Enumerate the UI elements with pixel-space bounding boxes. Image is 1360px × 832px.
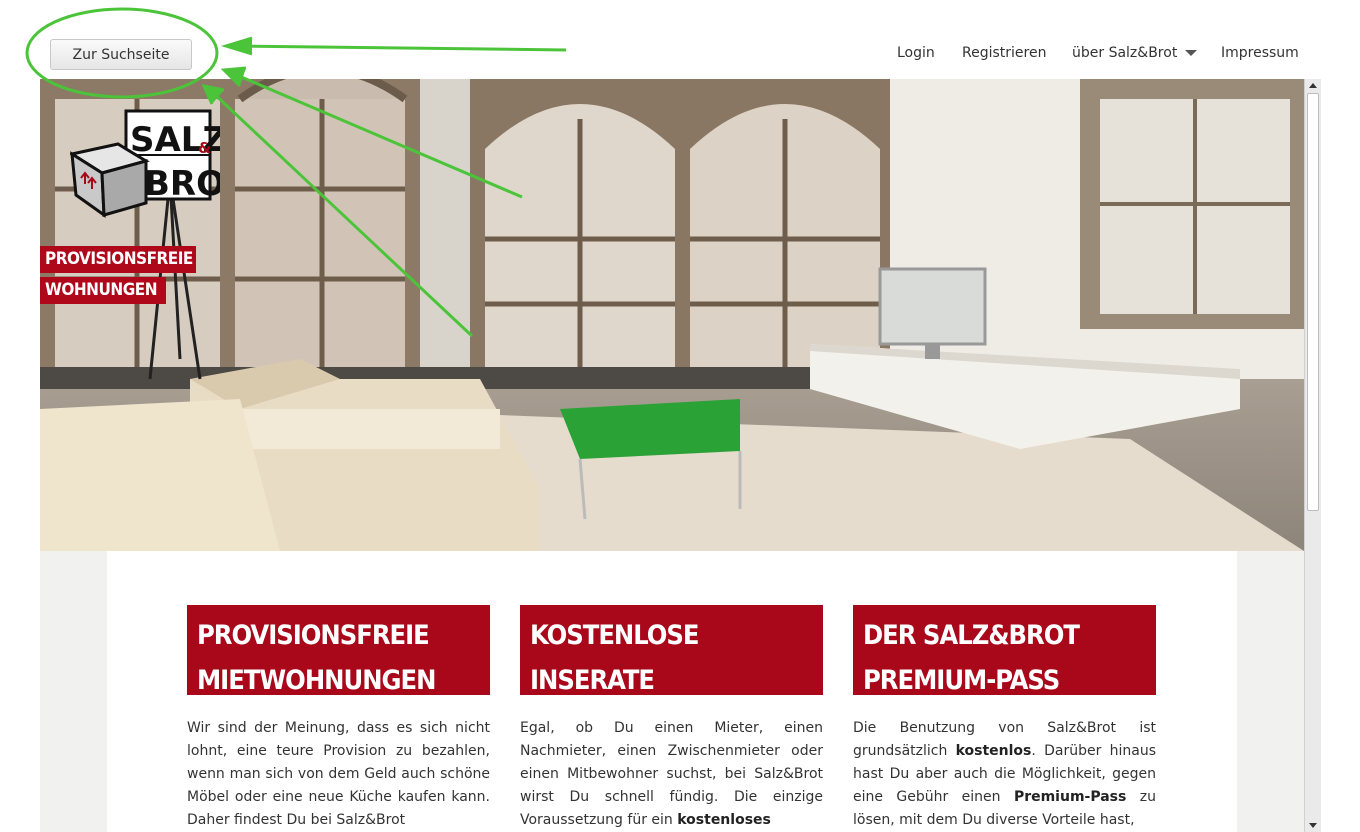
window-right: [1080, 79, 1304, 329]
feature-title: Kostenlose Inserate schalten: [520, 605, 823, 695]
feature-text: Die Benutzung von Salz&Brot ist grundsät…: [853, 720, 1156, 827]
tv: [878, 267, 987, 359]
svg-text:&: &: [198, 139, 211, 157]
feature-column-2: Kostenlose Inserate schalten Egal, ob Du…: [520, 605, 823, 827]
feature-text: Egal, ob Du einen Mieter, einen Nachmiet…: [520, 720, 823, 827]
nav-imprint[interactable]: Impressum: [1221, 45, 1299, 61]
vertical-scrollbar[interactable]: [1304, 79, 1321, 832]
feature-text: Wir sind der Meinung, dass es sich nicht…: [187, 720, 490, 827]
feature-title: Der Salz&Brot Premium-Pass: [853, 605, 1156, 695]
scroll-thumb[interactable]: [1307, 93, 1319, 511]
nav-register[interactable]: Registrieren: [962, 45, 1046, 61]
hero-image: SALZ & BROT Provisionsfreie Wohnungen: [40, 79, 1304, 551]
tag-provisionsfreie: Provisionsfreie: [40, 246, 196, 273]
salz-brot-logo: SALZ & BROT: [70, 109, 220, 219]
tag-wohnungen: Wohnungen: [40, 277, 166, 304]
nav-about-label: über Salz&Brot: [1072, 45, 1178, 61]
nav-login[interactable]: Login: [897, 45, 935, 61]
svg-text:BROT: BROT: [144, 164, 220, 204]
scroll-down-icon[interactable]: [1309, 823, 1317, 828]
window-center: [470, 79, 890, 379]
hero-illustration: [40, 79, 1304, 551]
scroll-up-icon[interactable]: [1309, 83, 1317, 88]
chevron-down-icon: [1185, 50, 1198, 56]
top-header: Zur Suchseite Login Registrieren über Sa…: [0, 0, 1360, 79]
feature-column-3: Der Salz&Brot Premium-Pass Die Benutzung…: [853, 605, 1156, 827]
feature-title: Provisionsfreie Mietwohnungen: [187, 605, 490, 695]
search-page-button[interactable]: Zur Suchseite: [50, 39, 192, 70]
nav-about-menu[interactable]: über Salz&Brot: [1072, 45, 1198, 61]
feature-column-1: Provisionsfreie Mietwohnungen Wir sind d…: [187, 605, 490, 827]
